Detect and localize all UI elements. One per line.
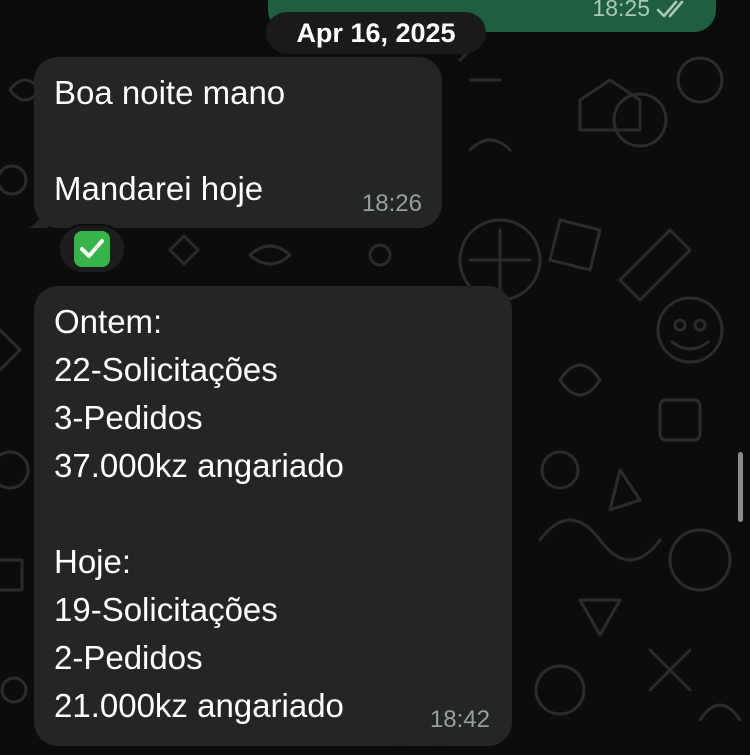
double-check-icon — [656, 0, 690, 19]
incoming-message-bubble[interactable]: Boa noite mano Mandarei hoje 18:26 — [28, 57, 442, 228]
message-reaction[interactable] — [58, 224, 126, 274]
outgoing-message-time: 18:25 — [592, 0, 650, 21]
message-text: Ontem: 22-Solicitações 3-Pedidos 37.000k… — [54, 303, 344, 724]
chat-scrollbar[interactable] — [738, 452, 743, 522]
date-separator: Apr 16, 2025 — [266, 12, 486, 54]
message-time: 18:26 — [361, 190, 422, 217]
check-mark-emoji-icon — [74, 231, 110, 267]
incoming-message-bubble[interactable]: Ontem: 22-Solicitações 3-Pedidos 37.000k… — [34, 286, 512, 746]
bubble-tail — [28, 206, 48, 228]
outgoing-message-meta: 18:25 — [592, 0, 690, 22]
message-text: Boa noite mano Mandarei hoje — [54, 74, 286, 207]
message-time: 18:42 — [429, 706, 490, 733]
